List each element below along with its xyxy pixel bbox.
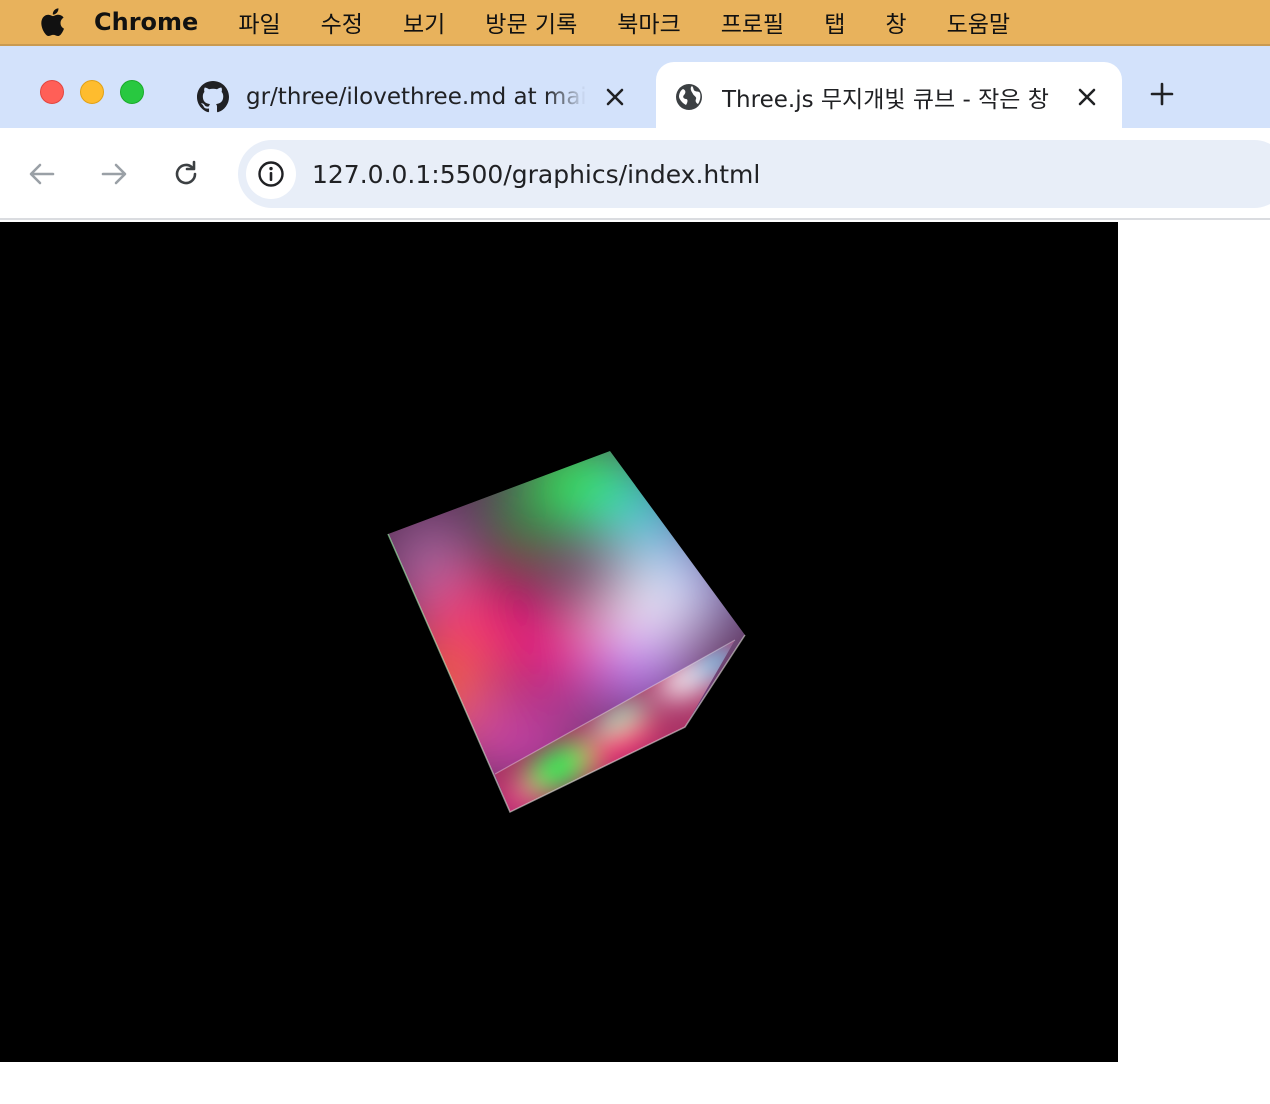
- apple-logo-icon[interactable]: [38, 7, 66, 37]
- rainbow-cube: [387, 451, 746, 814]
- tab-title: gr/three/ilovethree.md at main: [246, 84, 586, 110]
- close-tab-icon[interactable]: [598, 80, 632, 114]
- url-text[interactable]: 127.0.0.1:5500/graphics/index.html: [312, 160, 760, 189]
- window-close-button[interactable]: [40, 80, 64, 104]
- reload-button[interactable]: [168, 156, 204, 192]
- tab-threejs[interactable]: Three.js 무지개빛 큐브 - 작은 창: [656, 62, 1122, 132]
- back-button[interactable]: [24, 156, 60, 192]
- close-tab-icon[interactable]: [1070, 80, 1104, 114]
- plus-icon: [1150, 82, 1174, 106]
- tab-title: Three.js 무지개빛 큐브 - 작은 창: [722, 87, 1049, 113]
- menu-view[interactable]: 보기: [403, 5, 445, 39]
- address-bar[interactable]: 127.0.0.1:5500/graphics/index.html: [238, 140, 1270, 208]
- browser-toolbar: 127.0.0.1:5500/graphics/index.html: [0, 128, 1270, 220]
- new-tab-button[interactable]: [1140, 72, 1184, 116]
- menu-file[interactable]: 파일: [238, 5, 280, 39]
- menu-profiles[interactable]: 프로필: [721, 5, 784, 39]
- app-name-menu[interactable]: Chrome: [94, 8, 198, 36]
- tab-strip: gr/three/ilovethree.md at main Three.js …: [0, 44, 1270, 132]
- page-viewport: [0, 222, 1270, 1104]
- globe-icon: [672, 80, 706, 114]
- reload-icon: [175, 160, 197, 185]
- arrow-left-icon: [29, 163, 55, 185]
- forward-button[interactable]: [96, 156, 132, 192]
- tab-github[interactable]: gr/three/ilovethree.md at main: [180, 62, 650, 132]
- window-minimize-button[interactable]: [80, 80, 104, 104]
- menu-help[interactable]: 도움말: [947, 5, 1010, 39]
- macos-menu-bar: Chrome 파일 수정 보기 방문 기록 북마크 프로필 탭 창 도움말: [0, 0, 1270, 44]
- menu-window[interactable]: 창: [885, 5, 906, 39]
- arrow-right-icon: [101, 163, 127, 185]
- site-info-icon[interactable]: [246, 149, 296, 199]
- menu-tab[interactable]: 탭: [824, 5, 845, 39]
- window-zoom-button[interactable]: [120, 80, 144, 104]
- menu-edit[interactable]: 수정: [321, 5, 363, 39]
- webgl-canvas[interactable]: [0, 222, 1118, 1062]
- github-icon: [196, 80, 230, 114]
- menu-bookmarks[interactable]: 북마크: [617, 5, 680, 39]
- menu-history[interactable]: 방문 기록: [485, 5, 577, 39]
